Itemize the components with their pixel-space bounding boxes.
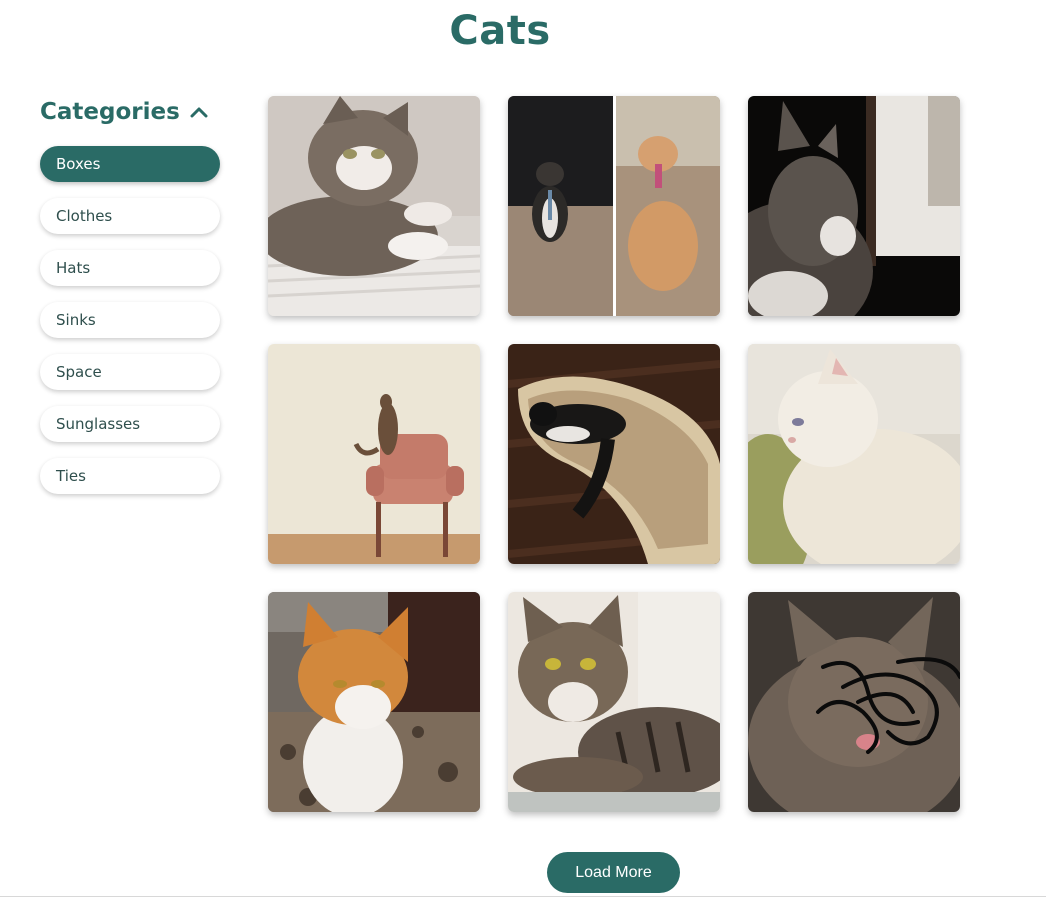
category-clothes[interactable]: Clothes (40, 198, 220, 234)
cat-photo-8[interactable] (508, 592, 720, 812)
chevron-up-icon (190, 106, 208, 118)
page: Cats Categories Boxes Clothes Hats Sinks… (0, 0, 1046, 900)
category-label: Ties (56, 467, 86, 485)
category-boxes[interactable]: Boxes (40, 146, 220, 182)
load-more-button[interactable]: Load More (547, 852, 680, 893)
page-title: Cats (449, 8, 551, 54)
cat-photo-5[interactable] (508, 344, 720, 564)
cat-image-grid (268, 96, 960, 812)
category-label: Space (56, 363, 102, 381)
cat-photo-1[interactable] (268, 96, 480, 316)
category-hats[interactable]: Hats (40, 250, 220, 286)
category-sunglasses[interactable]: Sunglasses (40, 406, 220, 442)
category-sidebar: Categories Boxes Clothes Hats Sinks Spac… (40, 96, 222, 510)
cat-photo-3[interactable] (748, 96, 960, 316)
cat-photo-6[interactable] (748, 344, 960, 564)
divider (0, 896, 1046, 897)
category-label: Hats (56, 259, 91, 277)
category-label: Sinks (56, 311, 96, 329)
categories-toggle[interactable]: Categories (40, 96, 222, 128)
category-label: Boxes (56, 155, 101, 173)
category-ties[interactable]: Ties (40, 458, 220, 494)
cat-photo-4[interactable] (268, 344, 480, 564)
cat-photo-9[interactable] (748, 592, 960, 812)
categories-heading: Categories (40, 99, 180, 125)
cat-photo-7[interactable] (268, 592, 480, 812)
category-label: Sunglasses (56, 415, 141, 433)
category-label: Clothes (56, 207, 113, 225)
category-space[interactable]: Space (40, 354, 220, 390)
category-sinks[interactable]: Sinks (40, 302, 220, 338)
cat-photo-2[interactable] (508, 96, 720, 316)
